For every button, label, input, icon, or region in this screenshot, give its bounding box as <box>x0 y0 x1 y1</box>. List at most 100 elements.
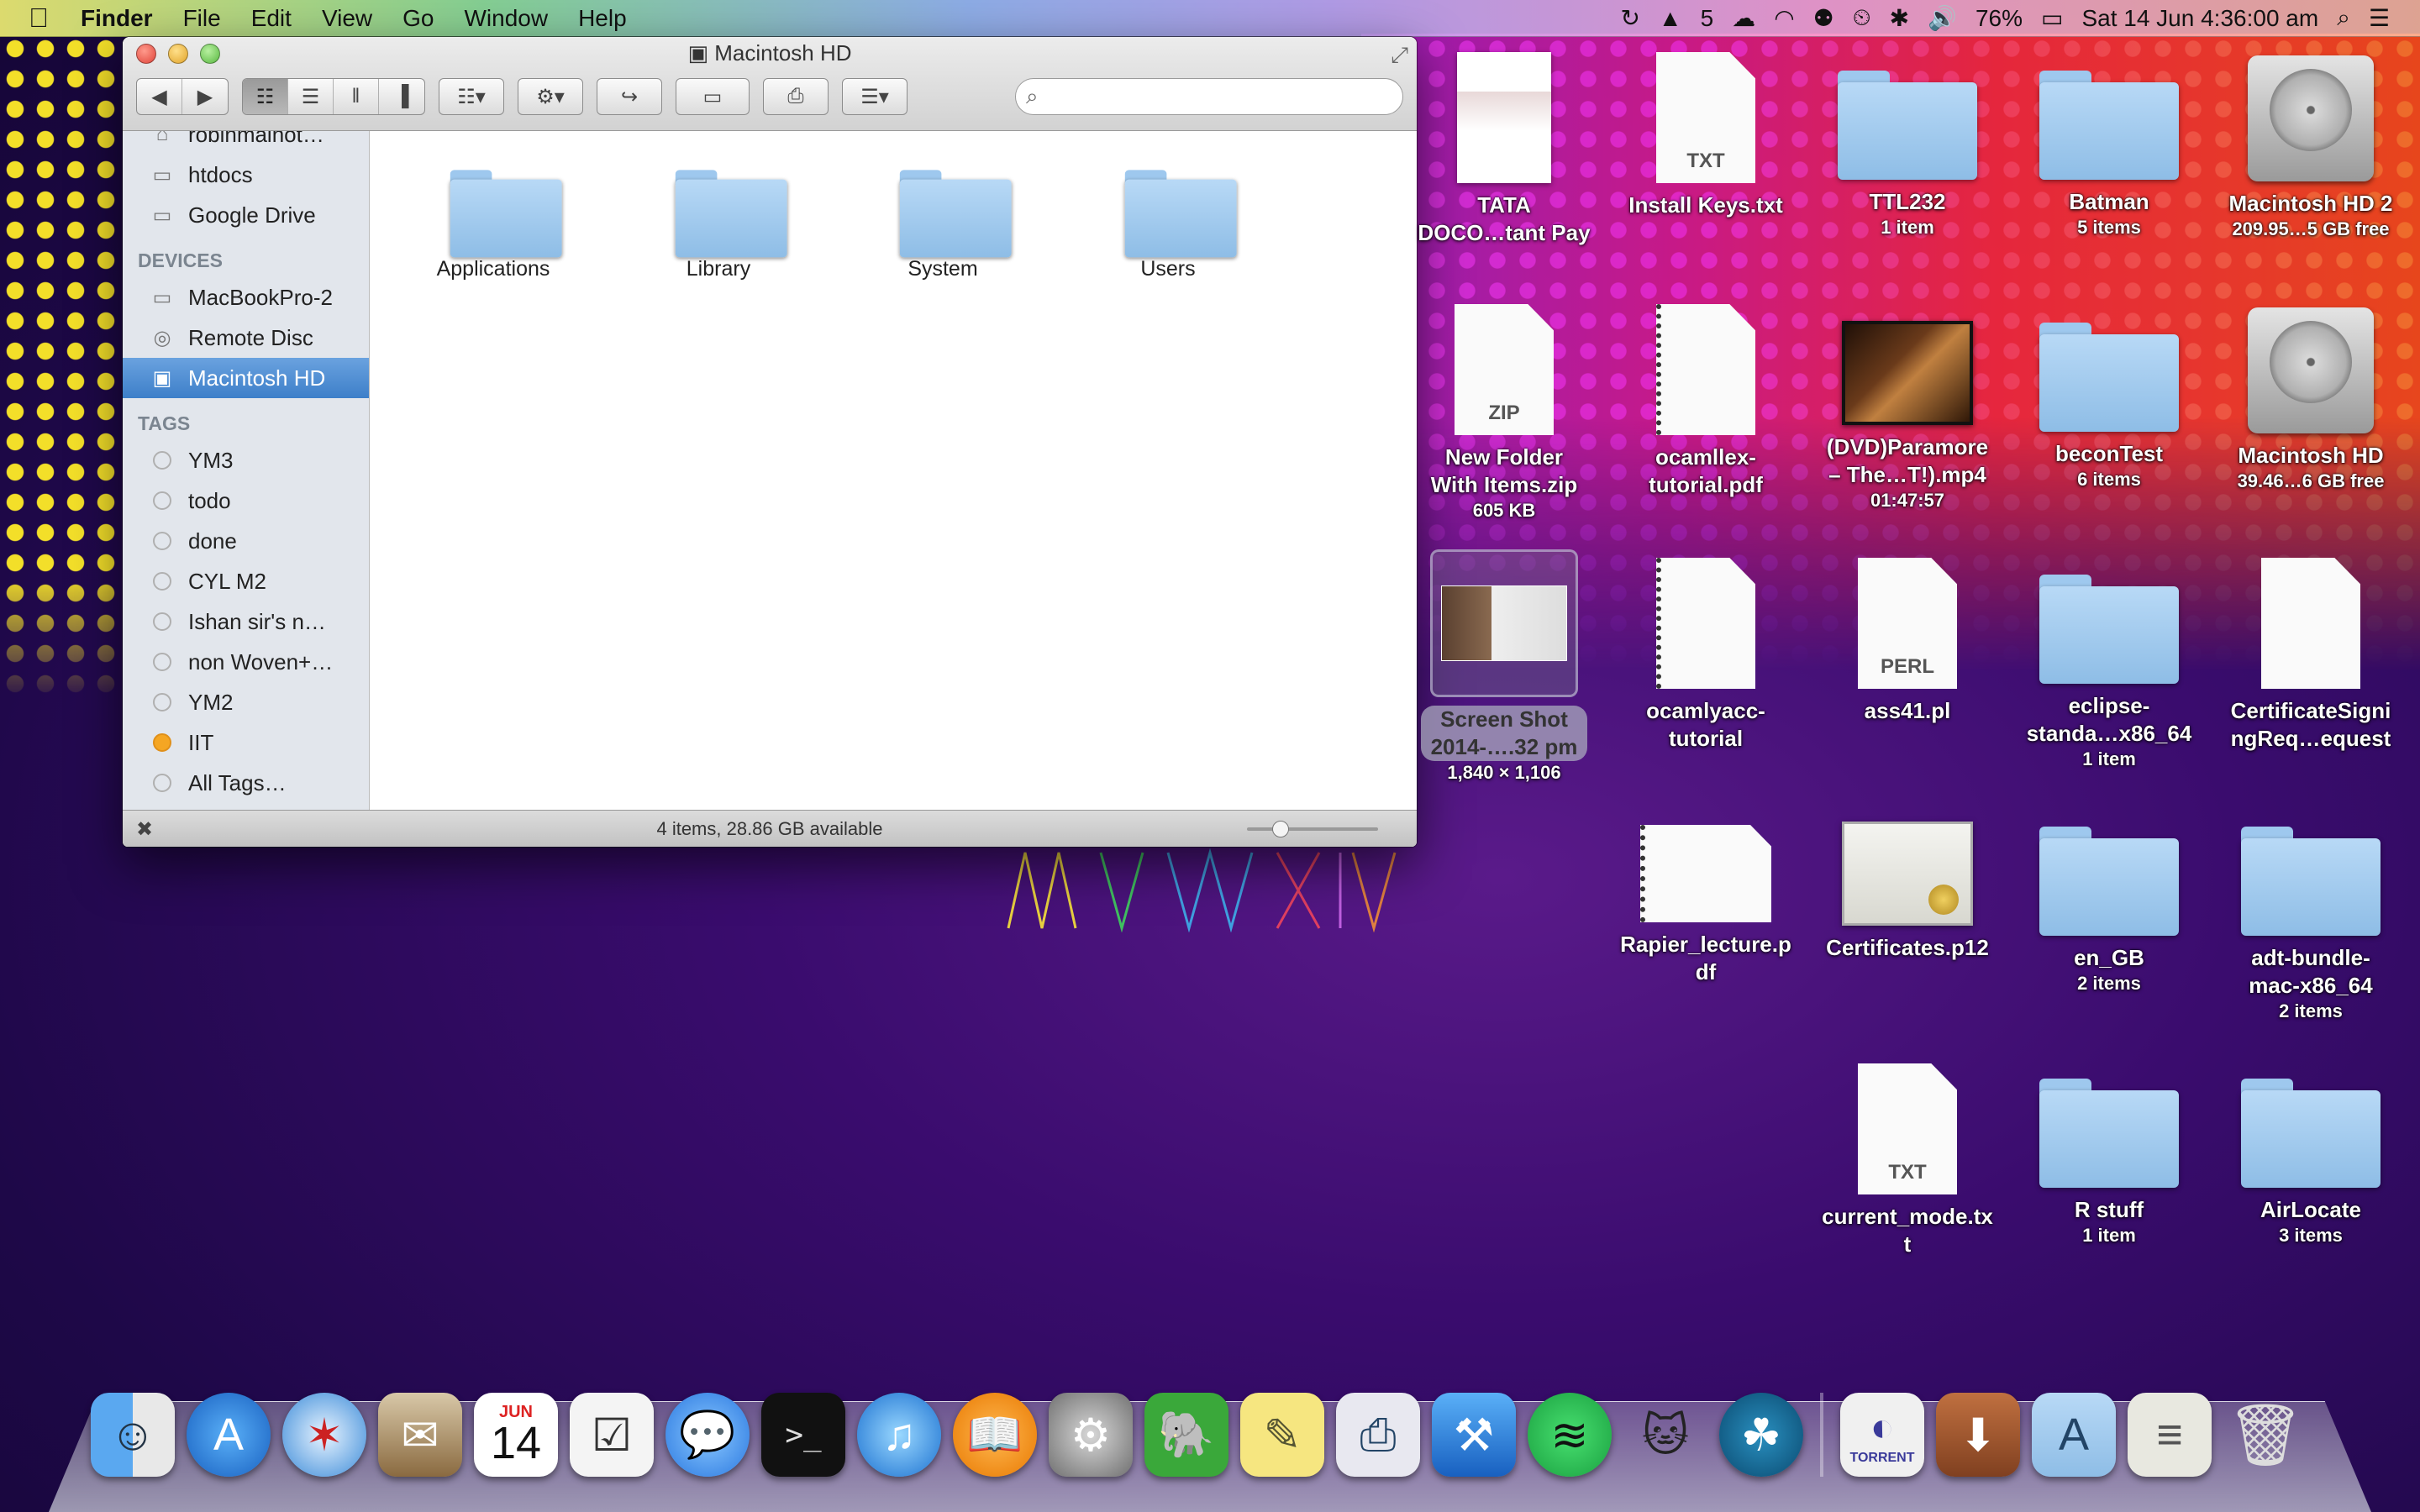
volume-icon[interactable]: 🔊 <box>1928 4 1957 32</box>
desktop-item-r-stuff[interactable]: R stuff 1 item <box>2008 1079 2210 1247</box>
desktop-item-en-gb[interactable]: en_GB 2 items <box>2008 827 2210 995</box>
sidebar-tag[interactable]: non Woven+… <box>123 642 369 682</box>
mail-dock-icon[interactable]: ✉ <box>378 1393 462 1477</box>
search-input[interactable]: ⌕ <box>1015 78 1403 115</box>
icon-size-slider[interactable] <box>1247 821 1378 837</box>
tags-button[interactable]: ▭ <box>676 78 750 115</box>
sidebar-tag-all[interactable]: All Tags… <box>123 763 369 803</box>
messages-dock-icon[interactable]: 💬 <box>666 1393 750 1477</box>
icon-view-icon[interactable]: ☷ <box>243 79 288 114</box>
cloud-icon[interactable]: ☁ <box>1732 4 1755 32</box>
menu-window[interactable]: Window <box>449 5 563 32</box>
desktop-item-tata-doc[interactable]: TATA DOCO…tant Pay <box>1403 52 1605 247</box>
column-view-icon[interactable]: ‖ <box>334 79 379 114</box>
sidebar-tag[interactable]: YM2 <box>123 682 369 722</box>
desktop-item-becontest[interactable]: beconTest 6 items <box>2008 323 2210 491</box>
folder-item[interactable]: Users <box>1084 161 1252 281</box>
menu-edit[interactable]: Edit <box>236 5 307 32</box>
terminal-dock-icon[interactable]: >_ <box>761 1393 845 1477</box>
sidebar-toggle-icon[interactable]: ✖ <box>136 817 153 842</box>
desktop-item-screenshot[interactable]: Screen Shot 2014-….32 pm 1,840 × 1,106 <box>1403 549 1605 785</box>
notification-center-icon[interactable]: ☰ <box>2369 4 2390 32</box>
system-preferences-dock-icon[interactable]: ⚙ <box>1049 1393 1133 1477</box>
github-dock-icon[interactable]: 🐱 <box>1623 1393 1707 1477</box>
folder-item[interactable]: System <box>859 161 1027 281</box>
ibooks-dock-icon[interactable]: 📖 <box>953 1393 1037 1477</box>
sidebar-item-google-drive[interactable]: ▭ Google Drive <box>123 195 369 235</box>
safari-dock-icon[interactable]: ✶ <box>282 1393 366 1477</box>
sidebar-item-macbookpro[interactable]: ▭ MacBookPro-2 <box>123 277 369 318</box>
menu-view[interactable]: View <box>307 5 387 32</box>
desktop-item-rapier-lecture[interactable]: Rapier_lecture.p df <box>1605 825 1807 986</box>
desktop-item-macintosh-hd-2[interactable]: Macintosh HD 2 209.95…5 GB free <box>2210 55 2412 241</box>
documents-stack-icon[interactable]: ≡ <box>2128 1393 2212 1477</box>
itunes-dock-icon[interactable]: ♫ <box>857 1393 941 1477</box>
desktop-item-macintosh-hd[interactable]: Macintosh HD 39.46…6 GB free <box>2210 307 2412 493</box>
sidebar-item-macintosh-hd[interactable]: ▣ Macintosh HD <box>123 358 369 398</box>
calendar-dock-icon[interactable]: JUN 14 <box>474 1393 558 1477</box>
app-store-dock-icon[interactable]: A <box>187 1393 271 1477</box>
back-icon[interactable]: ◀ <box>137 79 182 114</box>
connect-button[interactable]: ⎙ <box>763 78 829 115</box>
menu-app-name[interactable]: Finder <box>66 5 168 32</box>
apple-menu-icon[interactable]:  <box>0 3 66 34</box>
clock[interactable]: Sat 14 Jun 4:36:00 am <box>2081 5 2318 32</box>
adobe-icon[interactable]: ▲ <box>1659 5 1682 32</box>
sidebar-item-htdocs[interactable]: ▭ htdocs <box>123 155 369 195</box>
path-button[interactable]: ☰▾ <box>842 78 908 115</box>
share-button[interactable]: ↪ <box>597 78 662 115</box>
sidebar-tag[interactable]: CYL M2 <box>123 561 369 601</box>
desktop-item-batman[interactable]: Batman 5 items <box>2008 71 2210 239</box>
sidebar-tag[interactable]: done <box>123 521 369 561</box>
cover-flow-icon[interactable]: ▐ <box>379 79 424 114</box>
folder-item[interactable]: Library <box>634 161 802 281</box>
applications-stack-icon[interactable]: A <box>2032 1393 2116 1477</box>
sidebar-tag[interactable]: todo <box>123 480 369 521</box>
desktop-item-airlocate[interactable]: AirLocate 3 items <box>2210 1079 2412 1247</box>
bluetooth-icon[interactable]: ✱ <box>1890 4 1909 32</box>
downloads-stack-icon[interactable]: ⬇ <box>1936 1393 2020 1477</box>
xcode-dock-icon[interactable]: ⚒ <box>1432 1393 1516 1477</box>
desktop-item-paramore-video[interactable]: (DVD)Paramore – The…T!).mp4 01:47:57 <box>1807 321 2008 512</box>
forward-icon[interactable]: ▶ <box>182 79 228 114</box>
desktop-item-install-keys[interactable]: TXT Install Keys.txt <box>1605 52 1807 219</box>
folder-item[interactable]: Applications <box>409 161 577 281</box>
battery-icon[interactable]: ▭ <box>2041 4 2063 32</box>
sidebar-item-remote-disc[interactable]: ◎ Remote Disc <box>123 318 369 358</box>
sidebar-tag[interactable]: Ishan sir's n… <box>123 601 369 642</box>
menu-file[interactable]: File <box>168 5 236 32</box>
arrange-button[interactable]: ☷▾ <box>439 78 504 115</box>
wifi-icon[interactable]: ◠ <box>1774 4 1794 32</box>
desktop-item-current-mode[interactable]: TXT current_mode.tx t <box>1807 1063 2008 1258</box>
title-bar[interactable]: ▣ Macintosh HD ⤢ ◀ ▶ ☷ ☰ ‖ ▐ ☷▾ ⚙▾ ↪ ▭ ⎙… <box>123 37 1417 131</box>
preview-dock-icon[interactable]: ⎙ <box>1336 1393 1420 1477</box>
menu-help[interactable]: Help <box>563 5 642 32</box>
spotify-dock-icon[interactable]: ≋ <box>1528 1393 1612 1477</box>
menu-go[interactable]: Go <box>387 5 449 32</box>
torrent-dock-icon[interactable]: ◐ TORRENT <box>1840 1393 1924 1477</box>
evernote-dock-icon[interactable]: 🐘 <box>1144 1393 1228 1477</box>
desktop-item-eclipse[interactable]: eclipse- standa…x86_64 1 item <box>2008 575 2210 771</box>
slider-knob[interactable] <box>1272 821 1289 837</box>
binoculars-icon[interactable]: ⚉ <box>1813 4 1834 32</box>
reminders-dock-icon[interactable]: ☑ <box>570 1393 654 1477</box>
finder-dock-icon[interactable]: ☺ <box>91 1393 175 1477</box>
time-machine-icon[interactable]: ⏲ <box>1853 4 1871 32</box>
desktop-item-certificate-request[interactable]: CertificateSigni ngReq…equest <box>2210 558 2412 753</box>
list-view-icon[interactable]: ☰ <box>288 79 334 114</box>
sync-icon[interactable]: ↻ <box>1620 4 1639 32</box>
desktop-item-ass41[interactable]: PERL ass41.pl <box>1807 558 2008 725</box>
sidebar-tag[interactable]: YM3 <box>123 440 369 480</box>
desktop-item-ocamlyacc[interactable]: ocamlyacc- tutorial <box>1605 558 1807 753</box>
desktop-item-ocamllex[interactable]: ocamllex- tutorial.pdf <box>1605 304 1807 499</box>
trash-icon[interactable]: 🗑 <box>2223 1393 2307 1477</box>
desktop-item-certificates[interactable]: Certificates.p12 <box>1807 822 2008 962</box>
stickies-dock-icon[interactable]: ✎ <box>1240 1393 1324 1477</box>
spotlight-icon[interactable]: ⌕ <box>2337 4 2350 32</box>
sourcetree-dock-icon[interactable]: ☘ <box>1719 1393 1803 1477</box>
sidebar-tag[interactable]: IIT <box>123 722 369 763</box>
desktop-item-ttl232[interactable]: TTL232 1 item <box>1807 71 2008 239</box>
desktop-item-zip[interactable]: ZIP New Folder With Items.zip 605 KB <box>1403 304 1605 522</box>
sidebar-item-home[interactable]: ⌂ robinmainot… <box>123 131 369 155</box>
desktop-item-adt-bundle[interactable]: adt-bundle- mac-x86_64 2 items <box>2210 827 2412 1023</box>
